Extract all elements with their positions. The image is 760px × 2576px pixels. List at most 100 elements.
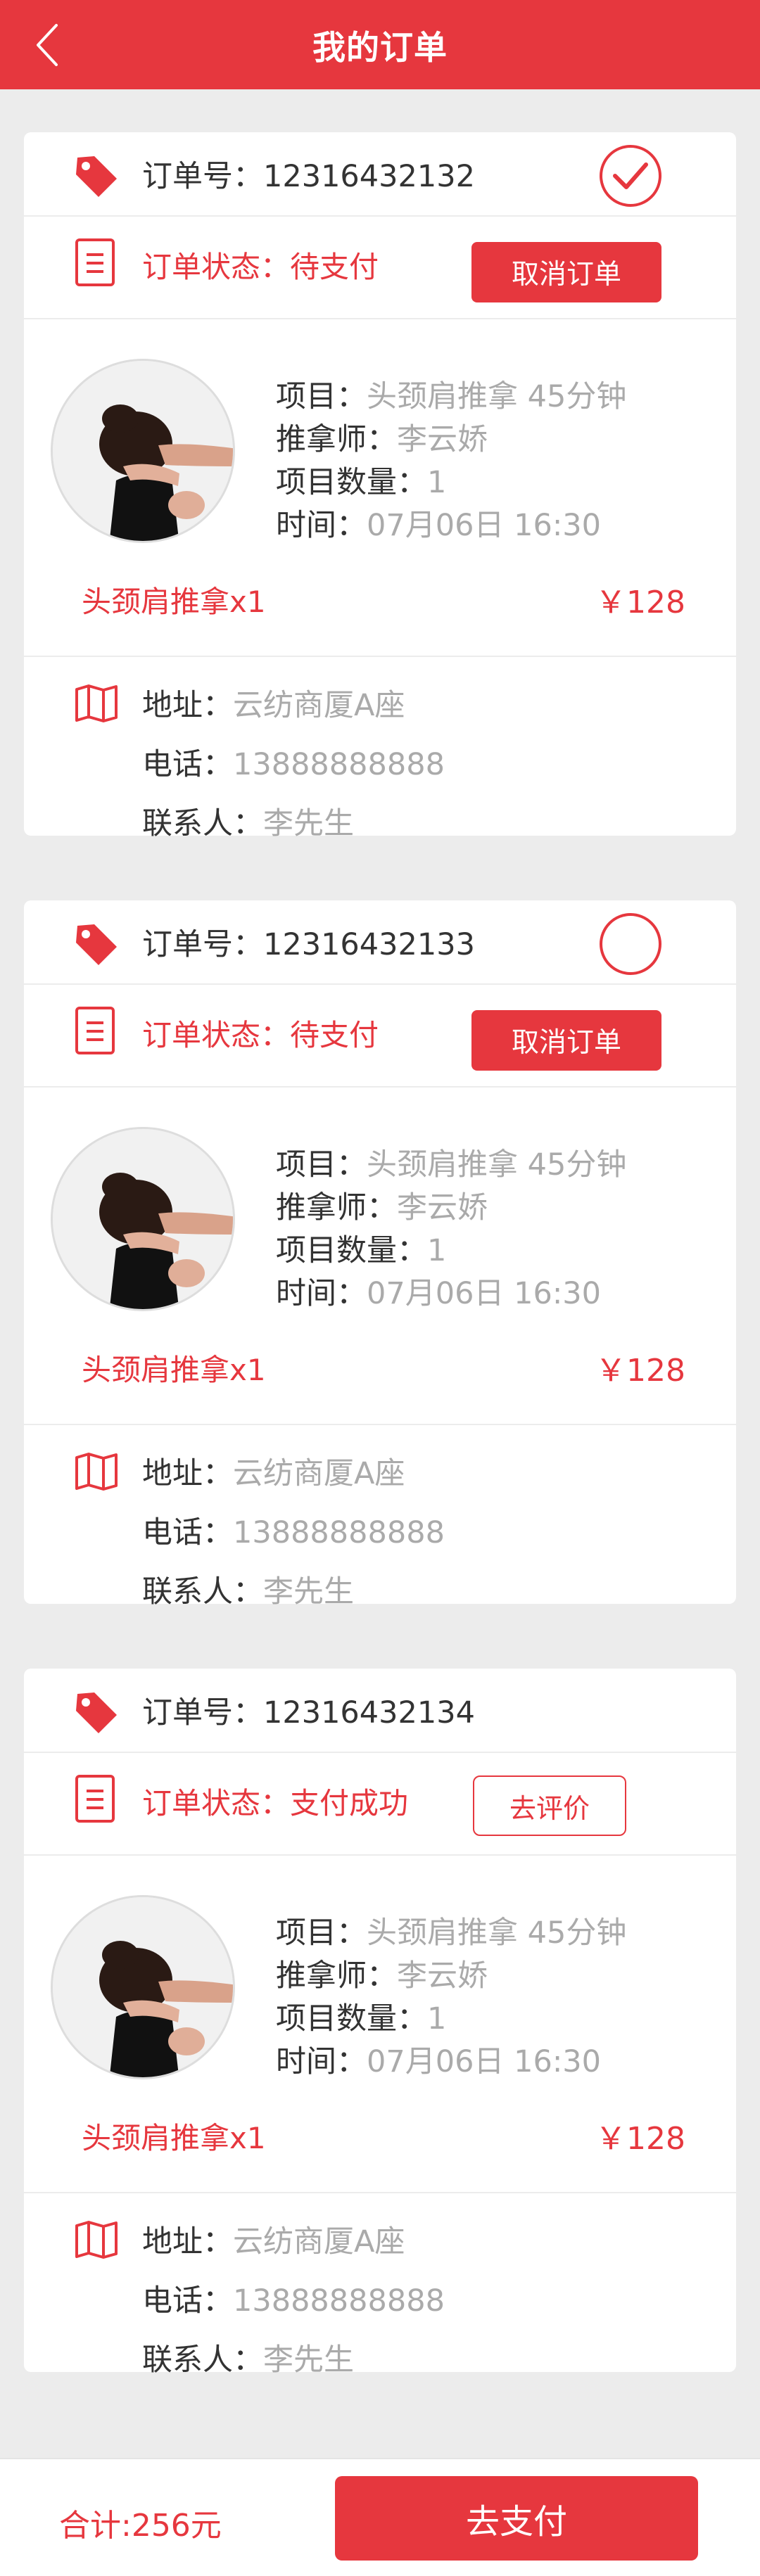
order-number: 订单号：12316432132	[142, 159, 475, 194]
address-value: 云纺商厦A座	[233, 2224, 405, 2259]
contact-value: 李先生	[263, 806, 354, 841]
time-value: 07月06日 16:30	[367, 508, 602, 543]
address-line: 地址：云纺商厦A座	[142, 681, 405, 725]
quantity-value: 1	[427, 2001, 447, 2036]
price-tag-icon	[76, 1692, 117, 1733]
page-title: 我的订单	[312, 29, 448, 68]
item-summary: 头颈肩推拿x1	[82, 585, 266, 619]
therapist-key: 推拿师：	[276, 1958, 397, 1994]
contact-line: 联系人：李先生	[142, 799, 354, 843]
time-key: 时间：	[276, 2044, 367, 2079]
quantity-key: 项目数量：	[276, 2001, 427, 2036]
quantity-key: 项目数量：	[276, 1233, 427, 1268]
map-icon	[75, 684, 118, 722]
phone-key: 电话：	[142, 2283, 233, 2319]
project-line: 项目：头颈肩推拿 45分钟	[276, 1144, 626, 1187]
therapist-photo	[53, 1129, 233, 1309]
item-summary: 头颈肩推拿x1	[82, 1353, 266, 1387]
address-value: 云纺商厦A座	[233, 1456, 405, 1491]
order-card: 订单号：12316432134 订单状态：支付成功 去评价 项目：头颈肩推拿 4…	[24, 1669, 736, 2378]
order-number: 订单号：12316432134	[142, 1695, 475, 1730]
address-key: 地址：	[142, 688, 233, 723]
top-bar: 我的订单	[0, 0, 760, 89]
order-status-row: 订单状态：待支付 取消订单	[24, 985, 736, 1088]
quantity-key: 项目数量：	[276, 465, 427, 500]
pay-button[interactable]: 去支付	[335, 2476, 698, 2561]
therapist-value: 李云娇	[397, 1190, 488, 1225]
quantity-value: 1	[427, 1233, 447, 1268]
order-card: 订单号：12316432133 订单状态：待支付 取消订单 项目：头颈肩推拿 4…	[24, 900, 736, 1609]
map-icon	[75, 1453, 118, 1491]
project-key: 项目：	[276, 1147, 367, 1182]
item-price: ￥128	[595, 2121, 685, 2157]
address-value: 云纺商厦A座	[233, 688, 405, 723]
therapist-line: 推拿师：李云娇	[276, 1955, 626, 1998]
service-detail: 项目：头颈肩推拿 45分钟 推拿师：李云娇 项目数量：1 时间：07月06日 1…	[24, 1088, 736, 1425]
price-tag-icon	[76, 156, 117, 197]
contact-value: 李先生	[263, 2342, 354, 2378]
order-status: 订单状态：支付成功	[142, 1786, 409, 1821]
order-id-row: 订单号：12316432133	[24, 900, 736, 985]
project-line: 项目：头颈肩推拿 45分钟	[276, 376, 626, 419]
project-value: 头颈肩推拿 45分钟	[367, 1147, 627, 1182]
select-circle-icon[interactable]	[598, 912, 663, 976]
quantity-line: 项目数量：1	[276, 1998, 626, 2041]
review-button[interactable]: 去评价	[473, 1775, 626, 1836]
therapist-line: 推拿师：李云娇	[276, 1187, 626, 1230]
cancel-order-button[interactable]: 取消订单	[471, 242, 661, 302]
address-line: 地址：云纺商厦A座	[142, 1449, 405, 1493]
select-circle-checked-icon[interactable]	[598, 144, 663, 208]
quantity-line: 项目数量：1	[276, 461, 626, 504]
service-detail: 项目：头颈肩推拿 45分钟 推拿师：李云娇 项目数量：1 时间：07月06日 1…	[24, 1856, 736, 2193]
time-line: 时间：07月06日 16:30	[276, 504, 626, 547]
service-detail: 项目：头颈肩推拿 45分钟 推拿师：李云娇 项目数量：1 时间：07月06日 1…	[24, 319, 736, 657]
contact-value: 李先生	[263, 1574, 354, 1609]
cancel-order-button[interactable]: 取消订单	[471, 1010, 661, 1071]
time-value: 07月06日 16:30	[367, 1276, 602, 1311]
project-key: 项目：	[276, 1915, 367, 1951]
therapist-value: 李云娇	[397, 1958, 488, 1994]
quantity-line: 项目数量：1	[276, 1230, 626, 1273]
quantity-value: 1	[427, 465, 447, 500]
phone-key: 电话：	[142, 747, 233, 782]
contact-key: 联系人：	[142, 2342, 263, 2378]
therapist-photo	[53, 361, 233, 541]
project-value: 头颈肩推拿 45分钟	[367, 1915, 627, 1951]
phone-line: 电话：13888888888	[142, 1508, 445, 1552]
phone-key: 电话：	[142, 1515, 233, 1550]
phone-value: 13888888888	[233, 747, 445, 782]
order-status-row: 订单状态：支付成功 去评价	[24, 1753, 736, 1856]
avatar	[51, 1895, 235, 2079]
order-id-row: 订单号：12316432132	[24, 132, 736, 217]
back-arrow-icon[interactable]	[34, 23, 62, 68]
therapist-photo	[53, 1897, 233, 2077]
service-info: 项目：头颈肩推拿 45分钟 推拿师：李云娇 项目数量：1 时间：07月06日 1…	[276, 376, 626, 547]
project-value: 头颈肩推拿 45分钟	[367, 379, 627, 414]
total-amount: 合计:256元	[59, 2508, 222, 2544]
document-icon	[75, 238, 115, 286]
project-line: 项目：头颈肩推拿 45分钟	[276, 1912, 626, 1955]
contact-line: 联系人：李先生	[142, 2335, 354, 2379]
document-icon	[75, 1775, 115, 1823]
therapist-value: 李云娇	[397, 422, 488, 457]
address-key: 地址：	[142, 2224, 233, 2259]
contact-key: 联系人：	[142, 806, 263, 841]
order-status: 订单状态：待支付	[142, 1018, 379, 1052]
service-info: 项目：头颈肩推拿 45分钟 推拿师：李云娇 项目数量：1 时间：07月06日 1…	[276, 1144, 626, 1315]
time-key: 时间：	[276, 1276, 367, 1311]
item-summary: 头颈肩推拿x1	[82, 2121, 266, 2155]
checkout-bar: 合计:256元 去支付	[0, 2458, 760, 2576]
order-status-row: 订单状态：待支付 取消订单	[24, 217, 736, 319]
avatar	[51, 1127, 235, 1311]
order-id-row: 订单号：12316432134	[24, 1669, 736, 1753]
address-line: 地址：云纺商厦A座	[142, 2217, 405, 2261]
order-card: 订单号：12316432132 订单状态：待支付 取消订单 项目：头颈肩推拿 4…	[24, 132, 736, 841]
address-section: 地址：云纺商厦A座 电话：13888888888 联系人：李先生	[24, 2193, 736, 2378]
therapist-line: 推拿师：李云娇	[276, 419, 626, 461]
price-tag-icon	[76, 924, 117, 965]
address-section: 地址：云纺商厦A座 电话：13888888888 联系人：李先生	[24, 657, 736, 841]
time-line: 时间：07月06日 16:30	[276, 2041, 626, 2084]
order-status: 订单状态：待支付	[142, 250, 379, 284]
service-info: 项目：头颈肩推拿 45分钟 推拿师：李云娇 项目数量：1 时间：07月06日 1…	[276, 1912, 626, 2084]
item-price: ￥128	[595, 1353, 685, 1389]
